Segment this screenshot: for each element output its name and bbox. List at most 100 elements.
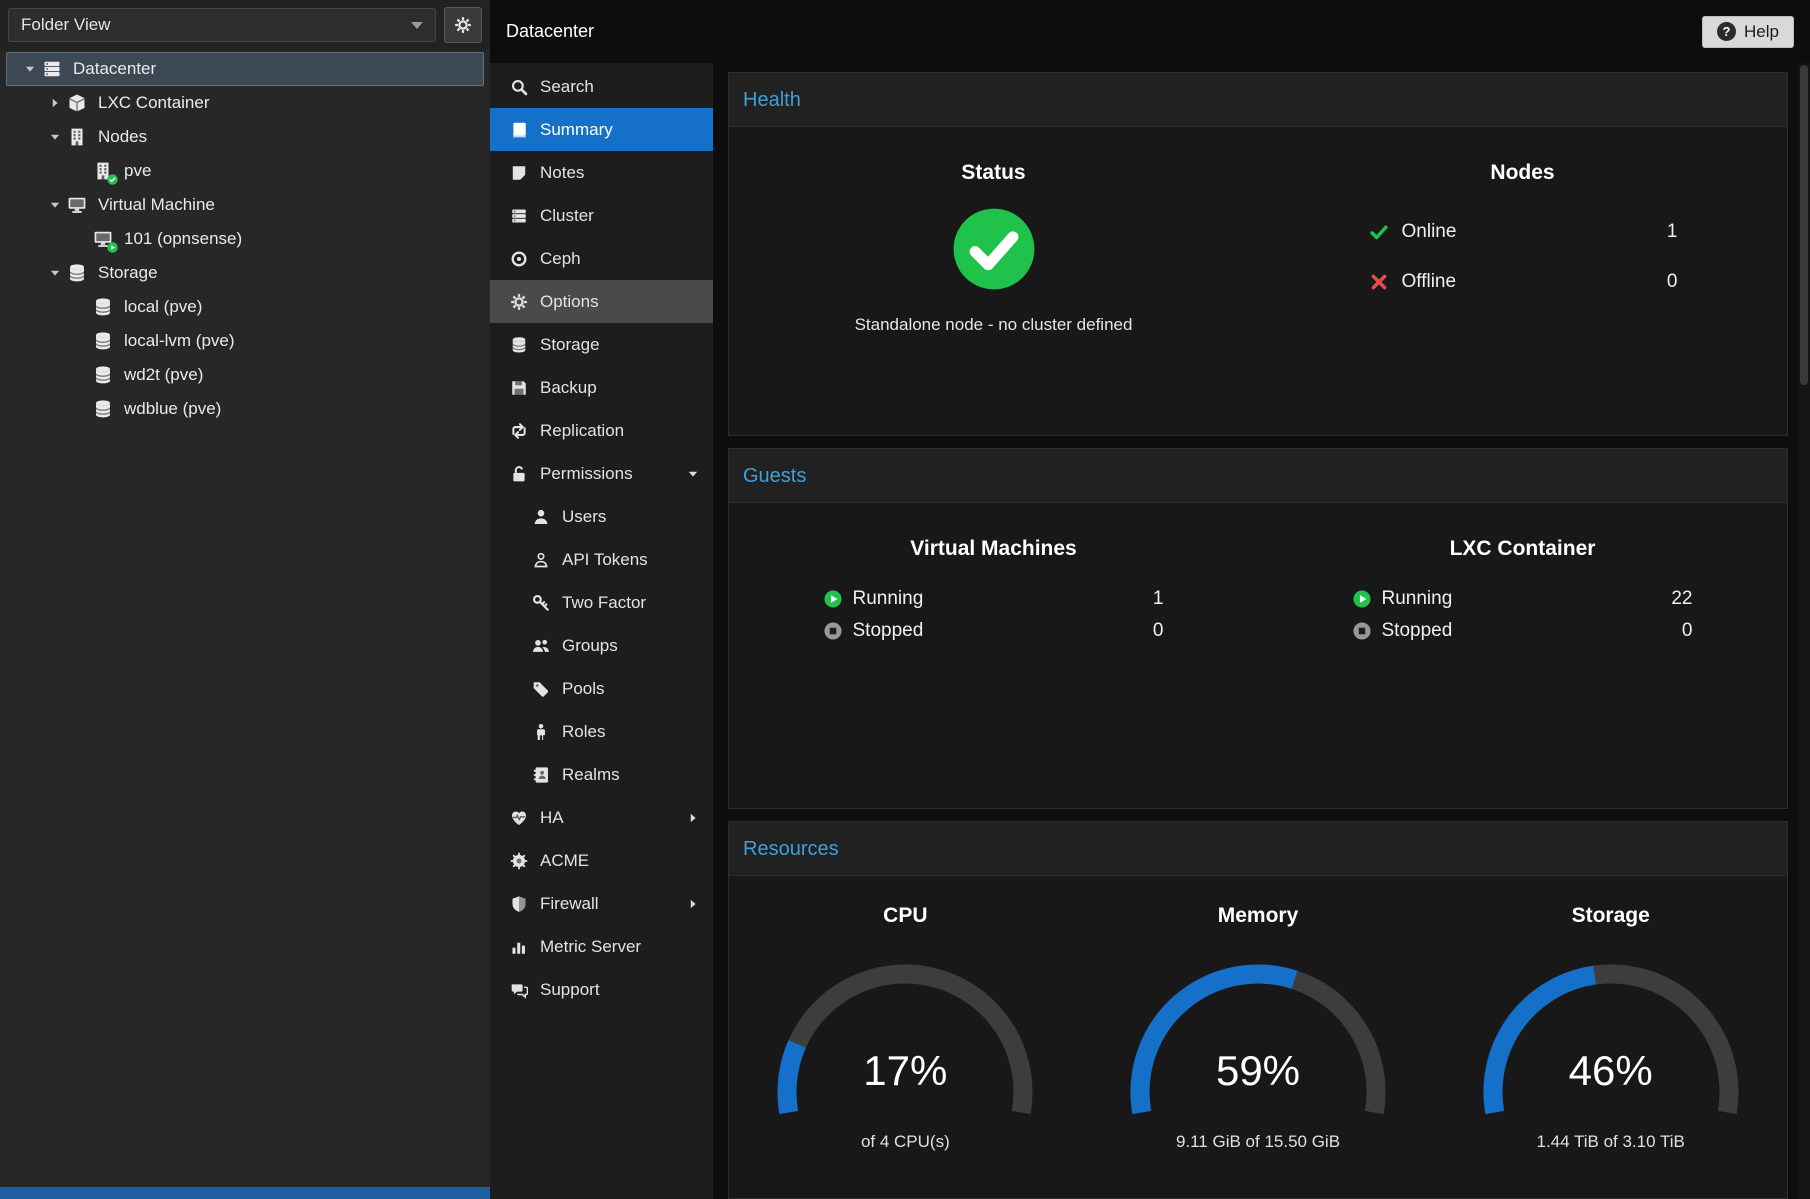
- menu-item-backup[interactable]: Backup: [490, 366, 713, 409]
- tree-item-local-lvm-pve[interactable]: local-lvm (pve): [6, 324, 484, 358]
- search-icon-wrap: [508, 76, 530, 98]
- gear-icon: [510, 293, 528, 311]
- play-badge-icon: [107, 242, 118, 253]
- content-scrollbar[interactable]: [1798, 63, 1810, 1199]
- scrollbar-thumb[interactable]: [1800, 65, 1808, 385]
- tree-expander[interactable]: [44, 199, 66, 211]
- nodes-column: Nodes Online1Offline0: [1258, 127, 1787, 435]
- menu-item-replication[interactable]: Replication: [490, 409, 713, 452]
- tree-item-storage[interactable]: Storage: [6, 256, 484, 290]
- tree-expander[interactable]: [44, 267, 66, 279]
- resource-tree-panel: Folder View Datacenter LXC Container Nodes…: [0, 0, 490, 1199]
- status-column: Status Standalone node - no cluster defi…: [729, 127, 1258, 435]
- view-mode-select[interactable]: Folder View: [8, 8, 436, 42]
- tree-item-label: LXC Container: [98, 93, 210, 113]
- menu-item-label: Metric Server: [540, 937, 641, 957]
- user-icon-wrap: [530, 506, 552, 528]
- tree-expander[interactable]: [44, 97, 66, 109]
- menu-item-two-factor[interactable]: Two Factor: [490, 581, 713, 624]
- ceph-icon-wrap: [508, 248, 530, 270]
- content-header: Datacenter ? Help: [490, 0, 1810, 63]
- tree-item-virtual-machine[interactable]: Virtual Machine: [6, 188, 484, 222]
- menu-item-summary[interactable]: Summary: [490, 108, 713, 151]
- menu-item-options[interactable]: Options: [490, 280, 713, 323]
- tree-item-lxc-container[interactable]: LXC Container: [6, 86, 484, 120]
- certificate-icon: [510, 852, 528, 870]
- menu-expander[interactable]: [687, 812, 699, 824]
- gauge-storage: Storage46%1.44 TiB of 3.10 TiB: [1434, 904, 1787, 1198]
- guest-row-value: 1: [1124, 588, 1164, 610]
- menu-item-label: Roles: [562, 722, 605, 742]
- menu-item-acme[interactable]: ACME: [490, 839, 713, 882]
- bottom-splitter[interactable]: [0, 1187, 490, 1199]
- nodes-heading: Nodes: [1258, 161, 1787, 185]
- menu-item-label: Firewall: [540, 894, 599, 914]
- node-row-offline: Offline0: [1368, 257, 1678, 307]
- gauge-heading: CPU: [729, 904, 1082, 928]
- database-icon-wrap: [66, 262, 88, 284]
- tree-item-datacenter[interactable]: Datacenter: [6, 52, 484, 86]
- gauge-subtext: 1.44 TiB of 3.10 TiB: [1434, 1132, 1787, 1152]
- menu-item-groups[interactable]: Groups: [490, 624, 713, 667]
- address-book-icon: [532, 766, 550, 784]
- menu-item-ceph[interactable]: Ceph: [490, 237, 713, 280]
- tree-settings-button[interactable]: [444, 7, 482, 43]
- proxmox-app: Folder View Datacenter LXC Container Nodes…: [0, 0, 1810, 1199]
- menu-item-cluster[interactable]: Cluster: [490, 194, 713, 237]
- caret-down-icon: [24, 63, 36, 75]
- menu-expander[interactable]: [687, 898, 699, 910]
- guest-row-label: Running: [853, 588, 1124, 610]
- database-icon-wrap: [92, 330, 114, 352]
- user-o-icon: [532, 551, 550, 569]
- menu-item-label: Realms: [562, 765, 620, 785]
- menu-item-pools[interactable]: Pools: [490, 667, 713, 710]
- guest-column-heading: Virtual Machines: [729, 537, 1258, 561]
- menu-item-label: Notes: [540, 163, 584, 183]
- menu-item-users[interactable]: Users: [490, 495, 713, 538]
- tree-expander[interactable]: [19, 63, 41, 75]
- menu-item-storage[interactable]: Storage: [490, 323, 713, 366]
- tree-item-wd2t-pve[interactable]: wd2t (pve): [6, 358, 484, 392]
- note-icon-wrap: [508, 162, 530, 184]
- comments-icon: [510, 981, 528, 999]
- tree-item-nodes[interactable]: Nodes: [6, 120, 484, 154]
- tree-item-label: wdblue (pve): [124, 399, 221, 419]
- tree-item-pve[interactable]: pve: [6, 154, 484, 188]
- stop-circle-icon: [1353, 622, 1372, 641]
- unlock-icon: [510, 465, 528, 483]
- tree-item-wdblue-pve[interactable]: wdblue (pve): [6, 392, 484, 426]
- tree-item-label: local-lvm (pve): [124, 331, 235, 351]
- help-button[interactable]: ? Help: [1702, 16, 1794, 48]
- tags-icon-wrap: [530, 678, 552, 700]
- database-icon-wrap: [92, 296, 114, 318]
- check-icon: [1368, 221, 1390, 243]
- play-circle-icon: [1353, 590, 1372, 609]
- menu-expander[interactable]: [687, 468, 699, 480]
- tree-item-local-pve[interactable]: local (pve): [6, 290, 484, 324]
- resource-tree: Datacenter LXC Container NodespveVirtual M…: [0, 50, 490, 426]
- menu-item-support[interactable]: Support: [490, 968, 713, 1011]
- menu-item-realms[interactable]: Realms: [490, 753, 713, 796]
- building-icon-wrap: [92, 160, 114, 182]
- menu-item-roles[interactable]: Roles: [490, 710, 713, 753]
- menu-item-metric-server[interactable]: Metric Server: [490, 925, 713, 968]
- caret-down-icon: [687, 468, 699, 480]
- menu-item-notes[interactable]: Notes: [490, 151, 713, 194]
- menu-item-ha[interactable]: HA: [490, 796, 713, 839]
- node-row-value: 1: [1638, 221, 1678, 243]
- status-heading: Status: [729, 161, 1258, 185]
- menu-item-label: Storage: [540, 335, 600, 355]
- tree-item-101-opnsense[interactable]: 101 (opnsense): [6, 222, 484, 256]
- menu-item-api-tokens[interactable]: API Tokens: [490, 538, 713, 581]
- male-icon-wrap: [530, 721, 552, 743]
- menu-item-permissions[interactable]: Permissions: [490, 452, 713, 495]
- menu-item-search[interactable]: Search: [490, 65, 713, 108]
- question-icon: ?: [1717, 22, 1736, 41]
- gauge-arc: [1108, 944, 1408, 1124]
- gauge-heading: Storage: [1434, 904, 1787, 928]
- certificate-icon-wrap: [508, 850, 530, 872]
- tree-expander[interactable]: [44, 131, 66, 143]
- menu-item-firewall[interactable]: Firewall: [490, 882, 713, 925]
- note-icon: [510, 164, 528, 182]
- play-circle-icon: [824, 590, 843, 609]
